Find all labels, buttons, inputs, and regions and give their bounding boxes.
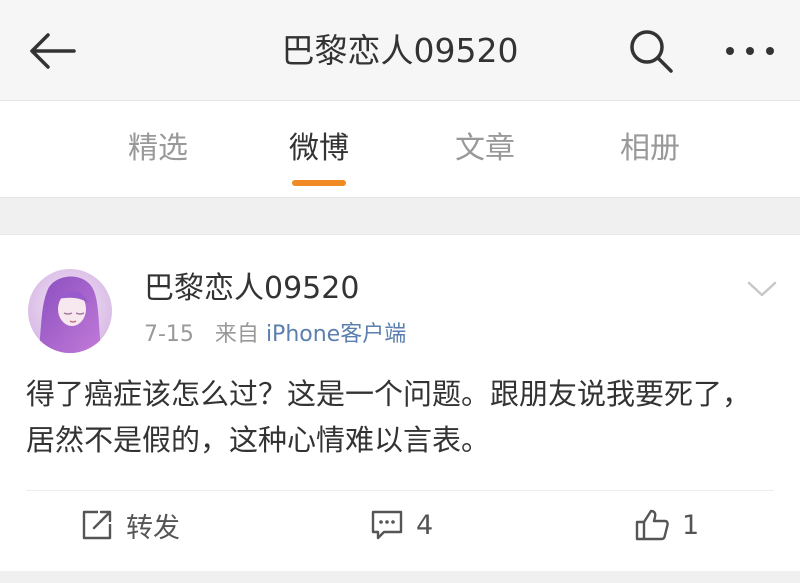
chevron-down-icon[interactable] — [746, 277, 778, 301]
card-bottom-gap — [0, 571, 800, 583]
tab-featured[interactable]: 精选 — [98, 129, 218, 169]
avatar[interactable] — [28, 269, 112, 353]
section-gap — [0, 198, 800, 234]
repost-icon — [82, 510, 112, 540]
comment-count: 4 — [416, 509, 434, 541]
post-author[interactable]: 巴黎恋人09520 — [144, 269, 359, 309]
comment-icon — [371, 510, 403, 540]
post-meta: 7-15 来自 iPhone客户端 — [144, 319, 406, 351]
tab-weibo[interactable]: 微博 — [259, 129, 379, 169]
tab-articles[interactable]: 文章 — [425, 129, 545, 169]
thumbs-up-icon — [635, 509, 669, 541]
more-dots-icon[interactable] — [722, 36, 778, 66]
post-text: 得了癌症该怎么过？这是一个问题。跟朋友说我要死了，居然不是假的，这种心情难以言表… — [26, 377, 752, 457]
tab-album[interactable]: 相册 — [590, 129, 710, 169]
post-from-label: 来自 — [214, 322, 259, 347]
profile-tabs: 精选 微博 文章 相册 — [0, 101, 800, 198]
top-navigation-bar: 巴黎恋人09520 — [0, 0, 800, 101]
like-count: 1 — [682, 509, 700, 541]
post-source[interactable]: iPhone客户端 — [266, 322, 406, 347]
search-icon[interactable] — [626, 26, 676, 76]
post-card: 巴黎恋人09520 7-15 来自 iPhone客户端 得了癌症该怎么过？这是一… — [0, 234, 800, 583]
avatar-image — [28, 269, 112, 353]
active-tab-indicator — [292, 180, 346, 186]
repost-button[interactable]: 转发 — [80, 505, 180, 545]
page-title: 巴黎恋人09520 — [281, 31, 519, 70]
repost-label: 转发 — [126, 512, 180, 544]
divider — [26, 490, 774, 491]
post-date: 7-15 — [144, 322, 194, 347]
like-button[interactable]: 1 — [634, 505, 699, 545]
comment-button[interactable]: 4 — [370, 505, 433, 545]
